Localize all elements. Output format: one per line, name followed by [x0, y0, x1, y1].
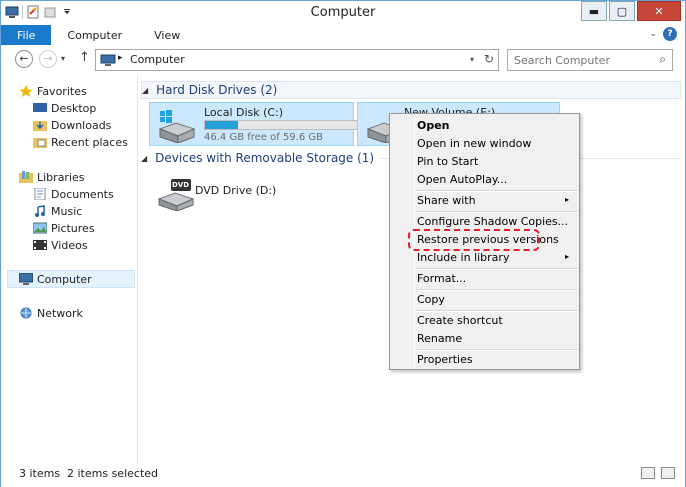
computer-icon: [100, 54, 116, 66]
recent-places-icon: [33, 136, 47, 148]
nav-network-label: Network: [37, 306, 83, 320]
tab-file[interactable]: File: [1, 25, 52, 45]
group-hard-disk-drives[interactable]: ◢ Hard Disk Drives (2): [141, 81, 681, 99]
menu-item-share-with[interactable]: Share with ▸: [392, 192, 577, 209]
drive-name: Local Disk (C:): [204, 106, 284, 119]
submenu-arrow-icon: ▸: [564, 195, 569, 204]
navigation-pane: Favorites Desktop Downloads Recent place…: [1, 75, 138, 463]
drive-usage-bar: [204, 120, 358, 130]
nav-libraries-label: Libraries: [37, 170, 85, 184]
nav-computer[interactable]: Computer: [18, 271, 92, 287]
dvd-badge: DVD: [172, 181, 190, 189]
nav-libraries[interactable]: Libraries: [19, 169, 85, 185]
windows-drive-icon: [156, 109, 196, 144]
nav-item-videos[interactable]: Videos: [33, 237, 88, 253]
nav-item-label: Downloads: [51, 118, 112, 132]
submenu-arrow-icon: ▸: [564, 252, 569, 261]
group-title: Devices with Removable Storage (1): [155, 151, 375, 165]
menu-item-configure-shadow-copies[interactable]: Configure Shadow Copies...: [392, 213, 577, 230]
nav-item-label: Pictures: [51, 221, 95, 235]
videos-icon: [33, 239, 47, 251]
music-icon: [33, 205, 47, 217]
nav-item-label: Desktop: [51, 101, 97, 115]
up-button[interactable]: ↑: [79, 50, 90, 65]
tab-computer[interactable]: Computer: [51, 25, 138, 45]
pictures-icon: [32, 222, 48, 234]
nav-item-music[interactable]: Music: [33, 203, 82, 219]
address-bar[interactable]: ▸ Computer ▾ ↻: [95, 49, 499, 71]
tab-view[interactable]: View: [138, 25, 196, 45]
title-bar: Computer ▬ ▢ ✕: [1, 1, 685, 25]
nav-network[interactable]: Network: [19, 305, 83, 321]
network-icon: [19, 307, 33, 319]
large-icons-view-icon[interactable]: [661, 467, 675, 479]
nav-computer-label: Computer: [37, 272, 92, 286]
selection-count: 2 items selected: [67, 467, 159, 480]
status-bar: 3 items 2 items selected: [1, 463, 685, 487]
address-row: ← → ▾ ↑ ▸ Computer ▾ ↻ ⌕: [1, 45, 685, 75]
menu-item-pin-to-start[interactable]: Pin to Start: [392, 153, 577, 170]
drive-tile-dvd[interactable]: DVD DVD Drive (D:): [149, 171, 349, 215]
view-switcher: [641, 467, 675, 479]
libraries-icon: [19, 171, 33, 183]
search-box[interactable]: ⌕: [507, 49, 673, 71]
address-dropdown-icon[interactable]: ▾: [470, 55, 474, 64]
breadcrumb-arrow-icon[interactable]: ▸: [118, 53, 123, 63]
search-input[interactable]: [508, 50, 648, 70]
item-count: 3 items: [19, 467, 61, 480]
collapse-chevron-icon[interactable]: ◢: [142, 86, 148, 95]
star-icon: [19, 85, 33, 97]
menu-item-open-new-window[interactable]: Open in new window: [392, 135, 577, 152]
desktop-icon: [33, 102, 47, 114]
nav-item-recent-places[interactable]: Recent places: [33, 134, 128, 150]
refresh-icon[interactable]: ↻: [484, 52, 494, 66]
help-icon[interactable]: ?: [663, 27, 677, 41]
drive-name: DVD Drive (D:): [195, 184, 277, 197]
menu-item-create-shortcut[interactable]: Create shortcut: [392, 312, 577, 329]
details-view-icon[interactable]: [641, 467, 655, 479]
collapse-chevron-icon[interactable]: ◢: [141, 154, 147, 163]
menu-item-label: Include in library: [417, 251, 510, 264]
documents-icon: [33, 187, 47, 201]
menu-item-label: Share with: [417, 194, 476, 207]
menu-item-open-autoplay[interactable]: Open AutoPlay...: [392, 171, 577, 188]
drive-free-space: 46.4 GB free of 59.6 GB: [204, 132, 323, 143]
drive-tile-c[interactable]: Local Disk (C:) 46.4 GB free of 59.6 GB: [149, 102, 358, 146]
expand-ribbon-icon[interactable]: ⌄: [649, 29, 657, 39]
menu-item-format[interactable]: Format...: [392, 270, 577, 287]
nav-item-documents[interactable]: Documents: [33, 186, 114, 202]
nav-item-label: Recent places: [51, 135, 128, 149]
close-button[interactable]: ✕: [637, 1, 681, 21]
menu-item-rename[interactable]: Rename: [392, 330, 577, 347]
recent-locations-icon[interactable]: ▾: [61, 54, 65, 63]
menu-item-restore-previous-versions[interactable]: Restore previous versions: [392, 231, 577, 248]
nav-favorites[interactable]: Favorites: [19, 83, 87, 99]
explorer-window: Computer ▬ ▢ ✕ File Computer View ⌄ ? ← …: [0, 0, 686, 487]
nav-item-downloads[interactable]: Downloads: [33, 117, 111, 133]
nav-item-label: Music: [51, 204, 83, 218]
minimize-button[interactable]: ▬: [581, 1, 607, 21]
menu-item-copy[interactable]: Copy: [392, 291, 577, 308]
nav-item-desktop[interactable]: Desktop: [33, 100, 96, 116]
context-menu: Open Open in new window Pin to Start Ope…: [389, 113, 580, 370]
back-button[interactable]: ←: [15, 50, 33, 68]
window-controls: ▬ ▢ ✕: [581, 1, 681, 21]
group-title: Hard Disk Drives (2): [156, 83, 278, 97]
search-icon[interactable]: ⌕: [659, 52, 666, 67]
menu-item-properties[interactable]: Properties: [392, 351, 577, 368]
downloads-icon: [33, 119, 47, 131]
nav-item-label: Videos: [51, 238, 88, 252]
ribbon-tabs: File Computer View ⌄ ?: [1, 25, 685, 45]
computer-icon: [18, 272, 34, 285]
maximize-button[interactable]: ▢: [609, 1, 635, 21]
menu-item-include-in-library[interactable]: Include in library ▸: [392, 249, 577, 266]
menu-item-open[interactable]: Open: [392, 117, 577, 134]
forward-button[interactable]: →: [39, 50, 57, 68]
drive-usage-fill: [205, 121, 239, 129]
nav-item-pictures[interactable]: Pictures: [32, 220, 95, 236]
nav-favorites-label: Favorites: [37, 84, 87, 98]
nav-item-label: Documents: [51, 187, 114, 201]
breadcrumb-computer[interactable]: Computer: [130, 53, 185, 66]
